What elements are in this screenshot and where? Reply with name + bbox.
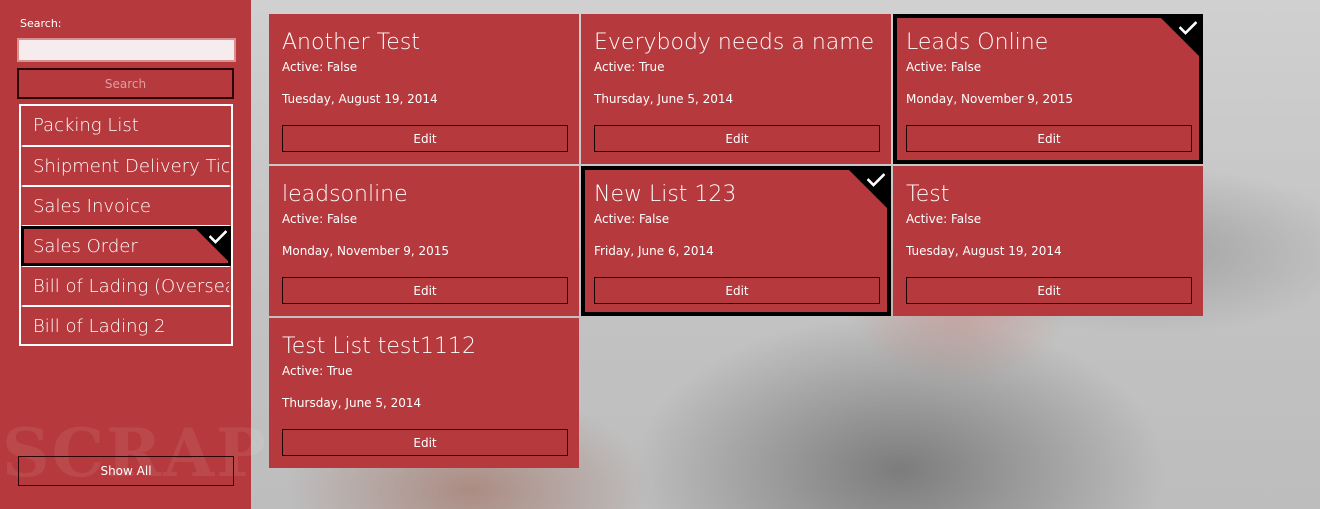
card-another-test[interactable]: Another Test Active: False Tuesday, Augu… (269, 14, 579, 164)
card-active-status: Active: False (594, 212, 670, 226)
card-date: Thursday, June 5, 2014 (282, 396, 422, 410)
card-title: Leads Online (906, 30, 1049, 55)
card-everybody-needs-a-name[interactable]: Everybody needs a name Active: True Thur… (581, 14, 891, 164)
card-test-list-test1112[interactable]: Test List test1112 Active: True Thursday… (269, 318, 579, 468)
card-title: Another Test (282, 30, 420, 55)
edit-button[interactable]: Edit (906, 125, 1192, 152)
card-leads-online[interactable]: Leads Online Active: False Monday, Novem… (893, 14, 1203, 164)
edit-button[interactable]: Edit (282, 277, 568, 304)
card-date: Friday, June 6, 2014 (594, 244, 714, 258)
card-date: Monday, November 9, 2015 (906, 92, 1074, 106)
card-new-list-123[interactable]: New List 123 Active: False Friday, June … (581, 166, 891, 316)
card-title: leadsonline (282, 182, 408, 207)
card-leadsonline[interactable]: leadsonline Active: False Monday, Novemb… (269, 166, 579, 316)
edit-button[interactable]: Edit (282, 125, 568, 152)
card-active-status: Active: False (282, 212, 358, 226)
card-title: Everybody needs a name (594, 30, 875, 55)
card-active-status: Active: False (906, 60, 982, 74)
edit-button[interactable]: Edit (906, 277, 1192, 304)
card-active-status: Active: False (906, 212, 982, 226)
edit-button[interactable]: Edit (594, 125, 880, 152)
card-date: Monday, November 9, 2015 (282, 244, 450, 258)
card-date: Tuesday, August 19, 2014 (282, 92, 438, 106)
card-active-status: Active: True (594, 60, 665, 74)
card-grid: Another Test Active: False Tuesday, Augu… (0, 0, 1320, 509)
check-icon (867, 173, 885, 187)
card-title: Test List test1112 (282, 334, 477, 359)
edit-button[interactable]: Edit (594, 277, 880, 304)
app-window: SCRAP Search: Search Packing List Shipme… (0, 0, 1320, 509)
card-date: Thursday, June 5, 2014 (594, 92, 734, 106)
card-date: Tuesday, August 19, 2014 (906, 244, 1062, 258)
card-title: New List 123 (594, 182, 737, 207)
card-active-status: Active: True (282, 364, 353, 378)
card-test[interactable]: Test Active: False Tuesday, August 19, 2… (893, 166, 1203, 316)
card-active-status: Active: False (282, 60, 358, 74)
check-icon (1179, 21, 1197, 35)
card-title: Test (906, 182, 950, 207)
edit-button[interactable]: Edit (282, 429, 568, 456)
